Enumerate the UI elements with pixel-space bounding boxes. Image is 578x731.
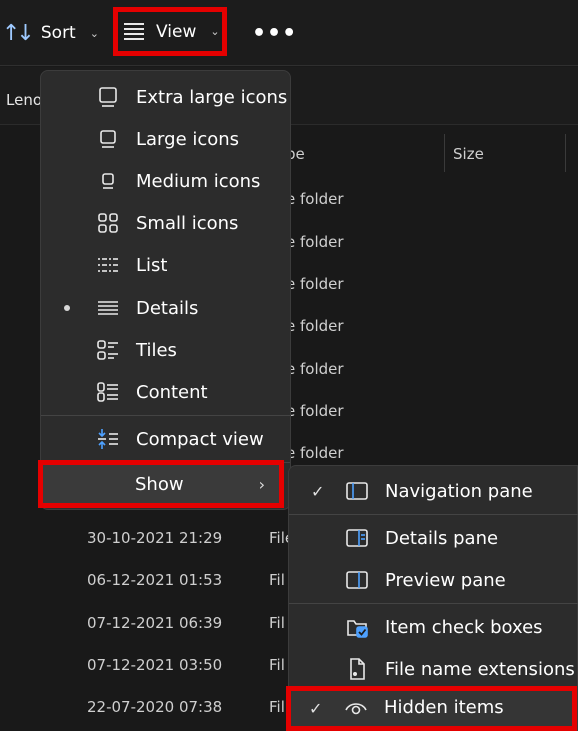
row-kind: Fil bbox=[269, 614, 285, 632]
extra-large-icons-icon bbox=[97, 86, 119, 108]
menu-item-content[interactable]: Content bbox=[41, 372, 290, 412]
more-options-button[interactable]: ••• bbox=[252, 0, 297, 66]
menu-divider bbox=[289, 603, 578, 604]
list-icon bbox=[97, 254, 119, 276]
preview-pane-icon bbox=[346, 569, 368, 591]
submenu-item-label: Hidden items bbox=[384, 697, 504, 718]
more-icon: ••• bbox=[252, 20, 298, 46]
row-date: 06-12-2021 01:53 bbox=[87, 571, 223, 589]
chevron-down-icon: ⌄ bbox=[210, 25, 220, 38]
menu-item-small-icons[interactable]: Small icons bbox=[41, 203, 290, 243]
menu-item-label: Compact view bbox=[136, 428, 264, 450]
view-button[interactable]: View ⌄ bbox=[113, 7, 227, 56]
row-date: 22-07-2020 07:38 bbox=[87, 698, 223, 716]
menu-item-medium-icons[interactable]: Medium icons bbox=[41, 161, 290, 201]
large-icons-icon bbox=[97, 128, 119, 150]
row-kind: Fil bbox=[269, 571, 285, 589]
submenu-item-label: Navigation pane bbox=[385, 480, 533, 502]
medium-icons-icon bbox=[97, 170, 119, 192]
menu-item-tiles[interactable]: Tiles bbox=[41, 330, 290, 370]
content-icon bbox=[97, 381, 119, 403]
small-icons-icon bbox=[97, 212, 119, 234]
navigation-pane-icon bbox=[346, 480, 368, 502]
row-type: e folder bbox=[286, 317, 344, 335]
sort-icon: ↑↓ bbox=[2, 20, 35, 46]
menu-item-label: Tiles bbox=[136, 339, 177, 361]
command-bar: ↑↓ Sort ⌄ View ⌄ ••• bbox=[0, 0, 578, 66]
menu-item-large-icons[interactable]: Large icons bbox=[41, 119, 290, 159]
check-icon: ✓ bbox=[311, 481, 325, 501]
row-date: 07-12-2021 06:39 bbox=[87, 614, 223, 632]
menu-item-label: Content bbox=[136, 381, 208, 403]
row-type: e folder bbox=[286, 444, 344, 462]
menu-item-label: Large icons bbox=[136, 128, 240, 150]
column-divider[interactable] bbox=[444, 134, 445, 172]
row-type: e folder bbox=[286, 360, 344, 378]
view-label: View bbox=[156, 21, 197, 42]
view-lines-icon bbox=[124, 20, 144, 43]
submenu-item-item-check-boxes[interactable]: Item check boxes bbox=[289, 607, 578, 647]
row-kind: Fil bbox=[269, 656, 285, 674]
chevron-right-icon: › bbox=[258, 474, 265, 494]
submenu-item-details-pane[interactable]: Details pane bbox=[289, 518, 578, 558]
details-icon bbox=[97, 297, 119, 319]
submenu-item-label: Details pane bbox=[385, 527, 499, 549]
submenu-item-navigation-pane[interactable]: ✓ Navigation pane bbox=[289, 471, 578, 511]
menu-item-details[interactable]: Details bbox=[41, 288, 290, 328]
row-type: e folder bbox=[286, 190, 344, 208]
submenu-item-preview-pane[interactable]: Preview pane bbox=[289, 560, 578, 600]
row-kind: Fil bbox=[269, 698, 285, 716]
tiles-icon bbox=[97, 339, 119, 361]
menu-item-label: Details bbox=[136, 297, 199, 319]
menu-divider bbox=[41, 415, 290, 416]
chevron-down-icon: ⌄ bbox=[89, 26, 99, 40]
submenu-item-label: File name extensions bbox=[385, 658, 575, 680]
row-date: 30-10-2021 21:29 bbox=[87, 529, 223, 547]
details-pane-icon bbox=[346, 527, 368, 549]
check-boxes-icon bbox=[346, 616, 368, 638]
menu-item-label: Show bbox=[135, 473, 184, 495]
row-type: e folder bbox=[286, 275, 344, 293]
compact-view-icon bbox=[97, 428, 119, 450]
column-divider[interactable] bbox=[565, 134, 566, 172]
menu-item-label: Medium icons bbox=[136, 170, 261, 192]
row-date: 07-12-2021 03:50 bbox=[87, 656, 223, 674]
menu-item-compact-view[interactable]: Compact view bbox=[41, 419, 290, 459]
menu-item-label: List bbox=[136, 254, 168, 276]
column-header-size[interactable]: Size bbox=[453, 145, 484, 163]
submenu-item-label: Preview pane bbox=[385, 569, 506, 591]
selected-dot-icon bbox=[64, 305, 70, 311]
submenu-item-label: Item check boxes bbox=[385, 616, 543, 638]
row-type: e folder bbox=[286, 233, 344, 251]
submenu-item-hidden-items[interactable]: ✓ Hidden items bbox=[286, 686, 577, 731]
menu-item-show[interactable]: Show › bbox=[38, 460, 284, 508]
sort-button[interactable]: ↑↓ Sort ⌄ bbox=[2, 0, 99, 66]
menu-item-extra-large-icons[interactable]: Extra large icons bbox=[41, 77, 290, 117]
check-icon: ✓ bbox=[309, 699, 323, 718]
submenu-item-file-name-extensions[interactable]: File name extensions bbox=[289, 649, 578, 689]
eye-icon bbox=[345, 697, 367, 719]
file-extension-icon bbox=[346, 658, 368, 680]
view-menu: Extra large icons Large icons Medium ico… bbox=[40, 70, 291, 510]
row-type: e folder bbox=[286, 402, 344, 420]
menu-divider bbox=[289, 514, 578, 515]
menu-item-label: Small icons bbox=[136, 212, 239, 234]
menu-item-label: Extra large icons bbox=[136, 86, 288, 108]
sort-label: Sort bbox=[40, 23, 76, 43]
breadcrumb[interactable]: Leno bbox=[6, 91, 42, 109]
menu-item-list[interactable]: List bbox=[41, 245, 290, 285]
